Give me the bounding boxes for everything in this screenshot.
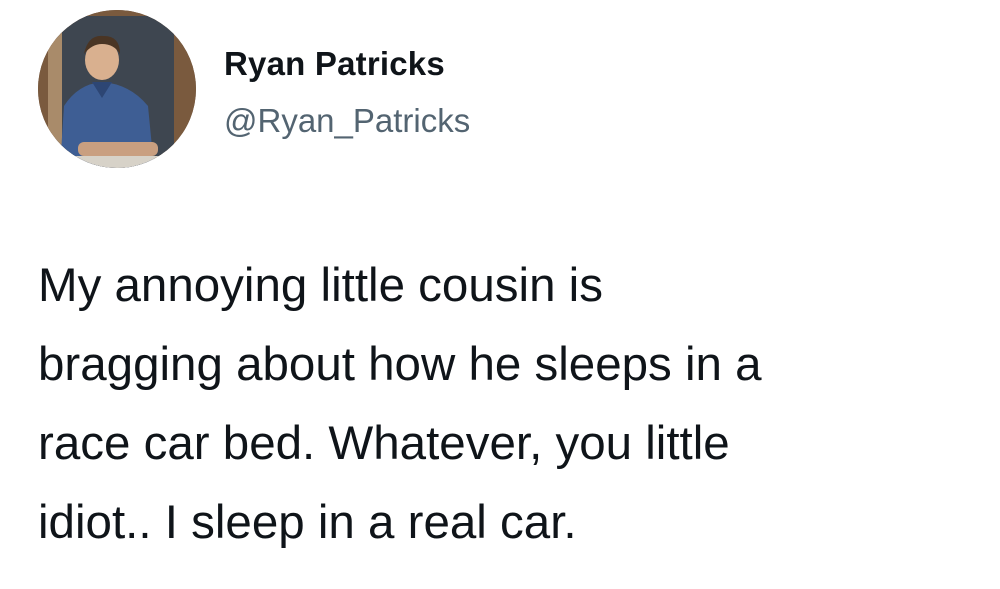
author-display-name[interactable]: Ryan Patricks	[224, 44, 445, 84]
tweet-text: My annoying little cousin is bragging ab…	[38, 246, 988, 562]
author-handle[interactable]: @Ryan_Patricks	[224, 101, 470, 141]
tweet-text-line: idiot.. I sleep in a real car.	[38, 496, 577, 549]
tweet-card: Ryan Patricks @Ryan_Patricks My annoying…	[0, 0, 1000, 589]
tweet-text-line: race car bed. Whatever, you little	[38, 417, 730, 470]
tweet-text-line: bragging about how he sleeps in a	[38, 338, 762, 391]
avatar-photo	[38, 10, 196, 168]
profile-avatar[interactable]	[38, 10, 196, 168]
tweet-text-line: My annoying little cousin is	[38, 259, 603, 312]
